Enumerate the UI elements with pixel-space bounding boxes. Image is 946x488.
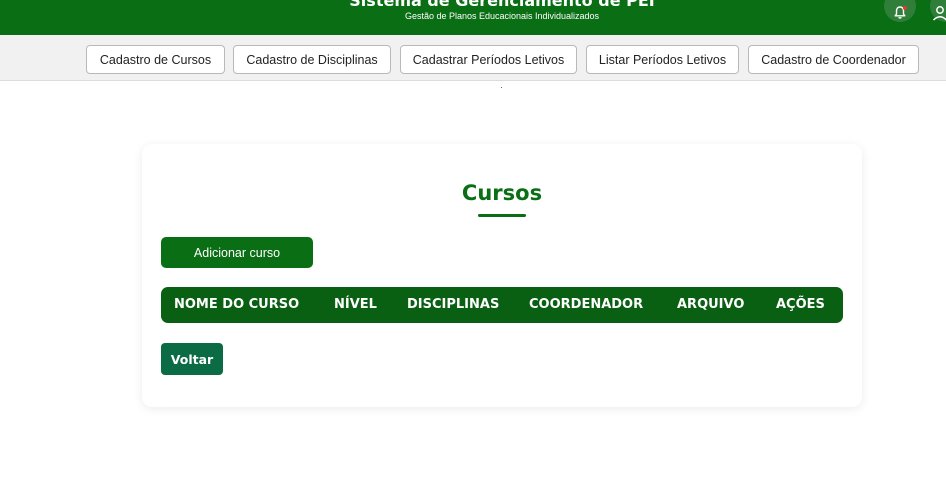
nav-cadastrar-periodos-button[interactable]: Cadastrar Períodos Letivos: [400, 45, 577, 74]
app-title: Sistema de Gerenciamento de PEI: [349, 0, 655, 10]
courses-table-header: NOME DO CURSO NÍVEL DISCIPLINAS COORDENA…: [161, 287, 843, 323]
column-header-course-name[interactable]: NOME DO CURSO: [174, 287, 299, 323]
page-title: Cursos: [461, 181, 543, 205]
app-header: Sistema de Gerenciamento de PEI Gestão d…: [0, 0, 946, 35]
courses-card: Cursos Adicionar curso NOME DO CURSO NÍV…: [142, 144, 862, 407]
column-header-level[interactable]: NÍVEL: [334, 287, 377, 323]
nav-cadastro-cursos-button[interactable]: Cadastro de Cursos: [86, 45, 225, 74]
column-header-file[interactable]: ARQUIVO: [677, 287, 744, 323]
title-underline: [478, 214, 526, 217]
user-menu-button[interactable]: [930, 0, 946, 22]
nav-listar-periodos-button[interactable]: Listar Períodos Letivos: [586, 45, 739, 74]
divider-dot: [501, 87, 502, 88]
top-navigation: Cadastro de Cursos Cadastro de Disciplin…: [0, 35, 946, 81]
column-header-disciplines[interactable]: DISCIPLINAS: [407, 287, 499, 323]
nav-cadastro-disciplinas-button[interactable]: Cadastro de Disciplinas: [233, 45, 391, 74]
notification-dot: [903, 6, 907, 10]
column-header-coordinator[interactable]: COORDENADOR: [529, 287, 643, 323]
app-subtitle: Gestão de Planos Educacionais Individual…: [404, 11, 600, 21]
user-icon: [932, 6, 946, 21]
column-header-actions[interactable]: AÇÕES: [776, 287, 825, 323]
nav-cadastro-coordenador-button[interactable]: Cadastro de Coordenador: [748, 45, 919, 74]
back-button[interactable]: Voltar: [161, 343, 223, 375]
add-course-button[interactable]: Adicionar curso: [161, 237, 313, 268]
